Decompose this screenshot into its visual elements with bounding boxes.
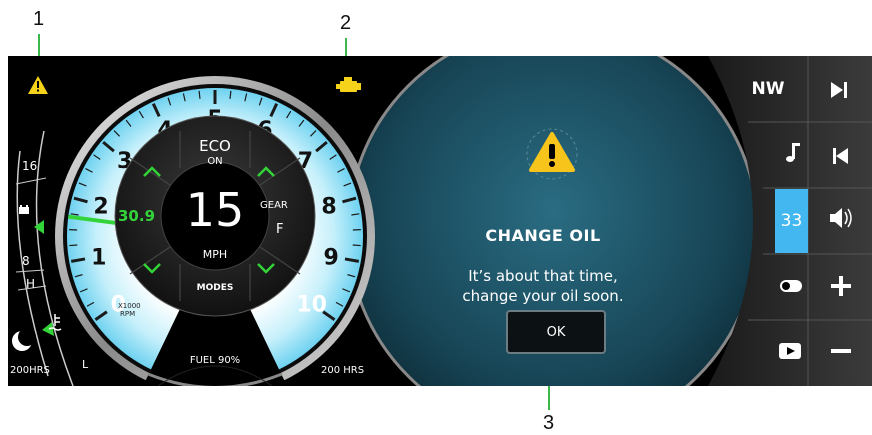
modes-button[interactable] [180, 268, 250, 312]
dialog-message-line-1: It’s about that time, [468, 267, 618, 285]
plus-button[interactable] [808, 254, 872, 320]
gear-value: F [276, 222, 284, 237]
left-scale-high-label: H [26, 277, 36, 291]
left-scale-mid-label: 8 [22, 254, 30, 268]
dialog-message-line-2: change your oil soon. [462, 287, 624, 305]
engine-hours-left: 200HRS [10, 365, 50, 376]
engine-hours-right: 200 HRS [321, 365, 365, 376]
toggle-button[interactable] [763, 254, 808, 320]
speed-unit: MPH [202, 248, 228, 261]
tach-tick [69, 244, 78, 247]
volume-level[interactable]: 33 [775, 189, 808, 253]
speed-value: 15 [185, 183, 245, 237]
dialog-title: CHANGE OIL [485, 226, 601, 245]
callout-3-label: 3 [543, 412, 555, 434]
volume-button[interactable] [808, 188, 872, 254]
trim-value: 30.9 [118, 207, 156, 225]
warning-triangle-icon [28, 76, 48, 94]
compass-heading: NW [751, 79, 785, 99]
gear-label: GEAR [260, 200, 288, 211]
battery-icon [19, 207, 29, 214]
night-mode-moon-icon [12, 328, 36, 351]
fuel-label: FUEL 90% [189, 355, 241, 366]
prev-track-button[interactable] [808, 122, 872, 188]
left-scale-top-label: 16 [22, 159, 38, 173]
video-button[interactable] [753, 320, 808, 386]
tach-number-9: 9 [324, 245, 339, 270]
callout-2-label: 2 [340, 12, 352, 34]
callout-1-label: 1 [33, 8, 45, 30]
tach-number-2: 2 [93, 194, 108, 219]
dashboard-display: 012345678910 [8, 56, 872, 386]
change-oil-dialog: CHANGE OIL It’s about that time, change … [363, 86, 723, 386]
eco-button[interactable] [180, 128, 250, 172]
next-track-button[interactable] [808, 56, 872, 122]
dialog-message: It’s about that time, change your oil so… [363, 266, 723, 306]
check-engine-icon [336, 77, 361, 92]
tach-number-8: 8 [321, 194, 336, 219]
tach-number-1: 1 [91, 245, 106, 270]
minus-button[interactable] [808, 320, 872, 386]
tach-number-10: 10 [296, 293, 327, 318]
music-button[interactable] [763, 122, 808, 188]
rpm-unit-bottom: RPM [120, 310, 136, 318]
tach-tick [352, 244, 361, 247]
ok-button[interactable]: OK [506, 310, 606, 354]
left-scale-low-label: L [82, 358, 89, 371]
rpm-unit-top: X1000 [118, 302, 141, 310]
